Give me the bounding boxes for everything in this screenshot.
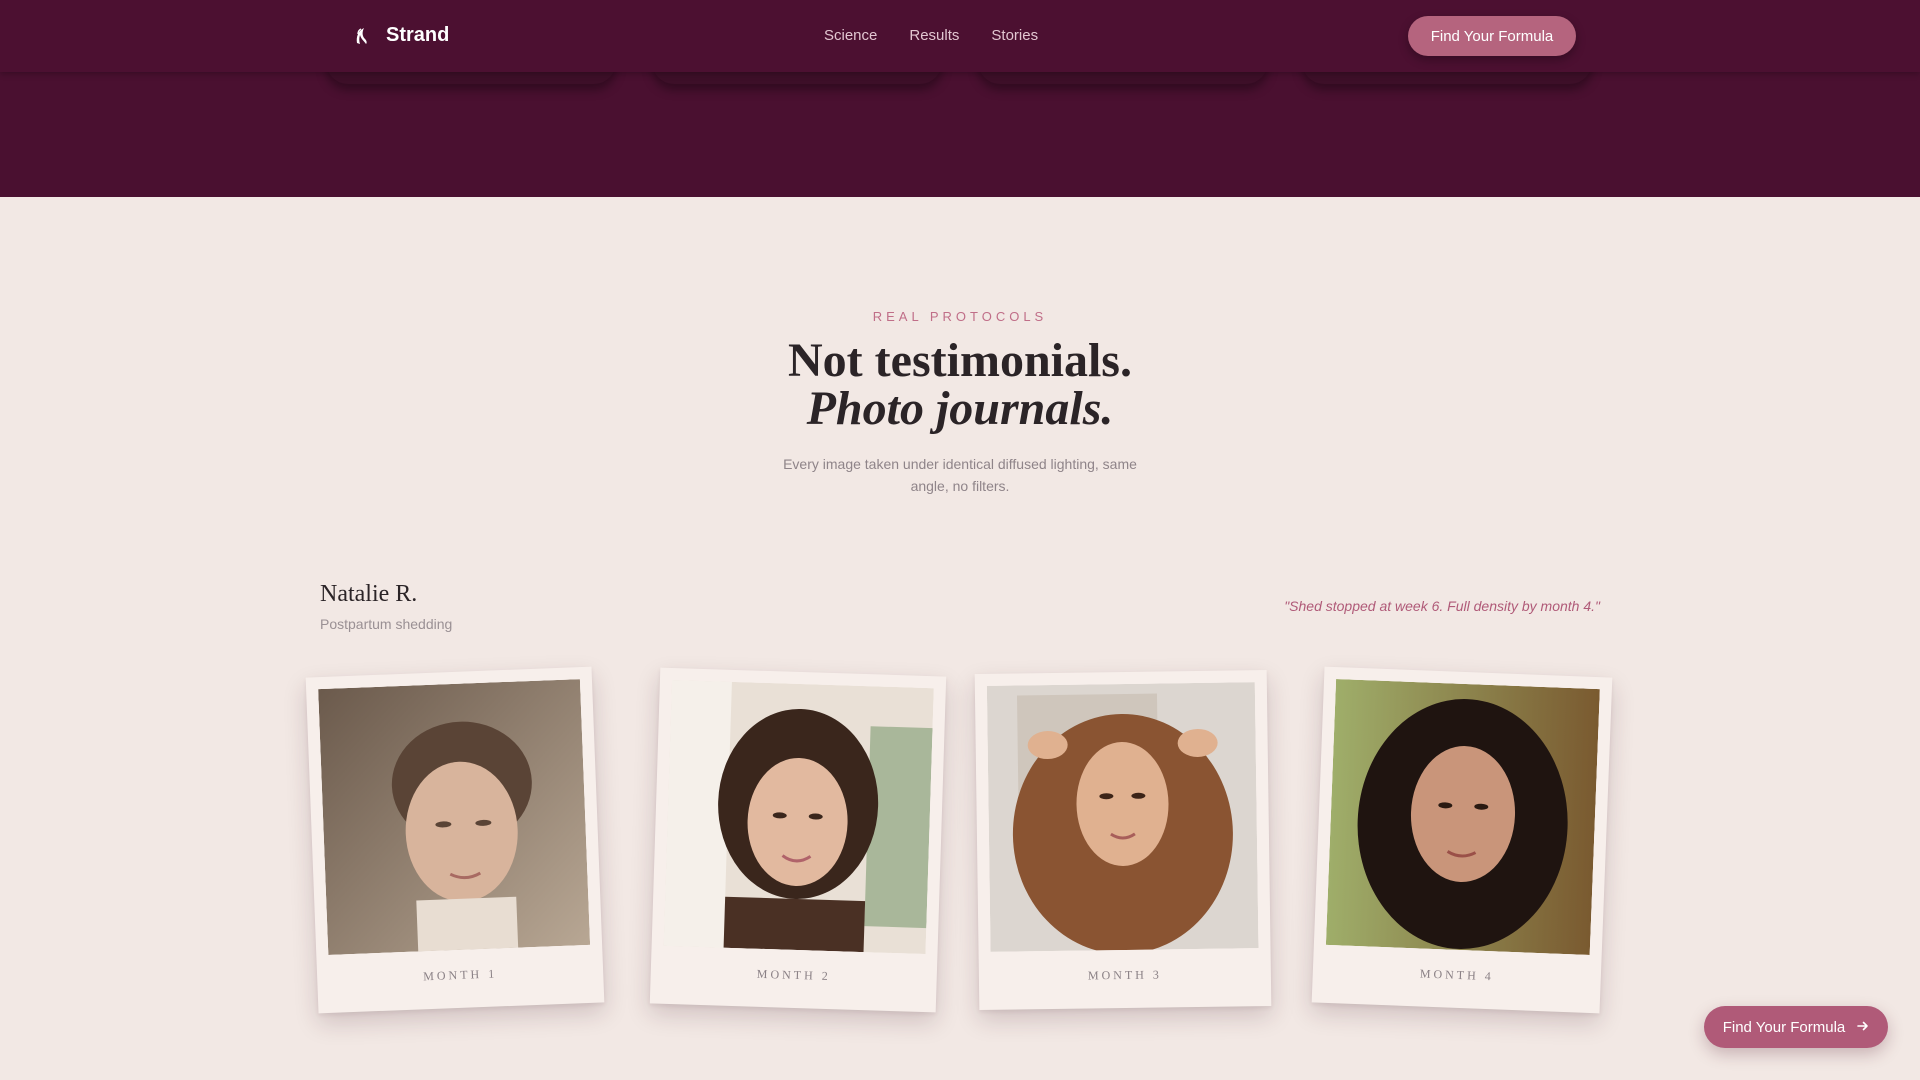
month-label: MONTH 2 [756, 966, 831, 984]
headline-line-1: Not testimonials. [788, 334, 1132, 387]
portrait-month-1-photo [318, 679, 591, 955]
top-navigation: Strand Science Results Stories Find Your… [0, 0, 1920, 72]
section-eyebrow: REAL PROTOCOLS [872, 309, 1048, 324]
nav-links: Science Results Stories [824, 27, 1038, 44]
brand-logo[interactable]: Strand [350, 23, 449, 47]
find-formula-button[interactable]: Find Your Formula [1408, 16, 1576, 56]
nav-link-science[interactable]: Science [824, 27, 877, 44]
portrait-month-4-photo [1325, 679, 1600, 955]
portrait-month-3-photo [986, 682, 1259, 952]
headline-line-2: Photo journals. [806, 382, 1114, 435]
month-label: MONTH 4 [1419, 966, 1495, 984]
floating-find-formula-button[interactable]: Find Your Formula [1704, 1006, 1888, 1048]
nav-link-results[interactable]: Results [909, 27, 959, 44]
brand-name: Strand [386, 23, 450, 46]
person-condition: Postpartum shedding [320, 616, 453, 632]
month-label: MONTH 1 [422, 966, 498, 984]
floating-cta-label: Find Your Formula [1722, 1018, 1846, 1036]
journal-photo-card[interactable]: MONTH 1 [305, 666, 605, 1014]
journal-photo-card[interactable]: MONTH 4 [1311, 666, 1613, 1014]
month-label: MONTH 3 [1087, 967, 1162, 983]
person-name: Natalie R. [320, 581, 418, 607]
section-headline: Not testimonials. Photo journals. [0, 337, 1920, 433]
section-subtext: Every image taken under identical diffus… [783, 456, 1137, 494]
journal-photo-card[interactable]: MONTH 3 [974, 669, 1272, 1011]
journal-photo-card[interactable]: MONTH 2 [649, 667, 947, 1013]
arrow-right-icon [1857, 1019, 1869, 1036]
portrait-month-2-photo [663, 679, 934, 955]
person-quote: "Shed stopped at week 6. Full density by… [1284, 598, 1600, 614]
hair-strand-icon [350, 23, 374, 47]
nav-link-stories[interactable]: Stories [991, 27, 1038, 44]
